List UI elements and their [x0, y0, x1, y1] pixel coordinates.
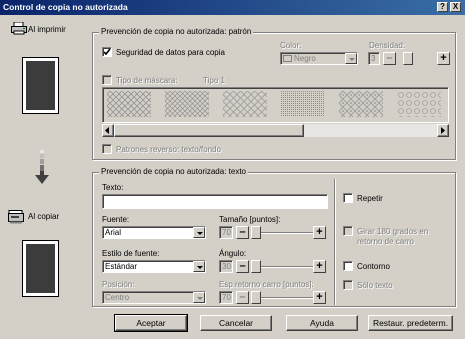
- pattern-swatch-5[interactable]: [339, 91, 383, 117]
- color-label: Color:: [280, 41, 302, 50]
- print-icon: [11, 21, 27, 38]
- vertical-divider: [334, 179, 336, 305]
- line-spacing-decrease-button[interactable]: –: [236, 291, 249, 304]
- font-select-value: Arial: [105, 228, 122, 237]
- pattern-swatch-3[interactable]: [223, 91, 267, 117]
- density-increase-button[interactable]: +: [437, 52, 450, 65]
- line-spacing-value: 70: [219, 291, 233, 304]
- angle-decrease-button[interactable]: –: [236, 260, 249, 273]
- scroll-left-button[interactable]: [102, 124, 114, 137]
- angle-label: Ángulo:: [219, 249, 247, 258]
- rotate180-label: Girar 180 grados en retorno de carro: [357, 227, 429, 246]
- copy-preview-document: [22, 240, 59, 297]
- close-title-button[interactable]: X: [450, 2, 461, 12]
- chevron-down-icon: [193, 261, 205, 272]
- color-select-value: Negro: [294, 54, 316, 63]
- outline-checkbox[interactable]: [343, 261, 353, 271]
- on-copy-label: Al copiar: [28, 212, 60, 221]
- text-group-legend: Prevención de copia no autorizada: texto: [99, 167, 248, 177]
- on-print-label: Al imprimir: [28, 25, 66, 34]
- size-decrease-button[interactable]: –: [236, 226, 249, 239]
- data-security-checkbox[interactable]: [102, 47, 112, 57]
- size-slider-thumb[interactable]: [251, 226, 261, 239]
- font-style-select-value: Estándar: [105, 262, 138, 271]
- angle-value: 30: [219, 260, 233, 273]
- rotate180-checkbox[interactable]: [343, 226, 353, 236]
- font-select[interactable]: Arial: [102, 226, 206, 239]
- pattern-swatch-1[interactable]: [107, 91, 151, 117]
- text-label: Texto:: [102, 183, 124, 192]
- copier-icon: [8, 210, 26, 227]
- line-spacing-increase-button[interactable]: +: [313, 291, 326, 304]
- accept-button[interactable]: Aceptar: [114, 314, 188, 332]
- mask-type-label: Tipo de máscara:: [116, 76, 178, 85]
- dialog-window: Control de copia no autorizada ? X Al im…: [0, 0, 465, 339]
- line-spacing-slider[interactable]: [251, 291, 313, 304]
- line-spacing-slider-thumb[interactable]: [251, 291, 261, 304]
- print-preview-document: [22, 57, 59, 114]
- density-value: 3: [368, 52, 380, 65]
- scroll-thumb[interactable]: [114, 124, 304, 137]
- position-select[interactable]: Centro: [102, 291, 206, 304]
- angle-increase-button[interactable]: +: [313, 260, 326, 273]
- chevron-down-icon: [345, 53, 357, 64]
- pattern-swatch-2[interactable]: [165, 91, 209, 117]
- help-title-button[interactable]: ?: [437, 2, 448, 12]
- density-slider-thumb[interactable]: [403, 52, 413, 65]
- chevron-down-icon: [193, 227, 205, 238]
- text-only-checkbox[interactable]: [343, 280, 353, 290]
- reverse-patterns-checkbox[interactable]: [102, 144, 112, 154]
- pattern-group-legend: Prevención de copia no autorizada: patró…: [99, 27, 254, 37]
- data-security-label: Seguridad de datos para copia: [116, 48, 225, 57]
- repeat-label: Repetir: [357, 194, 383, 203]
- text-group: Prevención de copia no autorizada: texto…: [92, 167, 456, 307]
- text-only-label: Sólo texto: [357, 281, 393, 290]
- size-increase-button[interactable]: +: [313, 226, 326, 239]
- chevron-down-icon: [193, 292, 205, 303]
- cancel-button[interactable]: Cancelar: [200, 315, 272, 331]
- text-input[interactable]: [102, 194, 328, 209]
- density-decrease-button[interactable]: –: [383, 52, 396, 65]
- size-label: Tamaño [puntos]:: [219, 215, 281, 224]
- color-swatch: [283, 55, 292, 62]
- pattern-scrollbar[interactable]: [102, 124, 449, 137]
- position-label: Posición:: [102, 280, 135, 289]
- position-select-value: Centro: [105, 293, 130, 302]
- mask-type-value: Tipo 1: [203, 76, 225, 85]
- density-label: Densidad:: [369, 41, 406, 50]
- arrow-down-icon: [34, 150, 50, 189]
- size-slider[interactable]: [251, 226, 313, 239]
- repeat-checkbox[interactable]: [343, 193, 353, 203]
- color-select[interactable]: Negro: [280, 52, 358, 65]
- help-button[interactable]: Ayuda: [286, 315, 358, 331]
- font-style-label: Estilo de fuente:: [102, 249, 160, 258]
- line-spacing-label: Esp.retorno carro [puntos]:: [219, 280, 314, 289]
- density-slider[interactable]: [399, 52, 429, 65]
- title-bar[interactable]: Control de copia no autorizada ? X: [0, 0, 465, 15]
- restore-defaults-button[interactable]: Restaur. predeterm.: [368, 315, 453, 331]
- font-style-select[interactable]: Estándar: [102, 260, 206, 273]
- pattern-swatch-4[interactable]: [281, 91, 325, 117]
- font-label: Fuente:: [102, 215, 130, 224]
- window-title: Control de copia no autorizada: [3, 2, 128, 12]
- scroll-right-button[interactable]: [437, 124, 449, 137]
- outline-label: Contorno: [357, 262, 390, 271]
- size-value: 70: [219, 226, 233, 239]
- mask-type-checkbox[interactable]: [102, 75, 112, 85]
- angle-slider-thumb[interactable]: [251, 260, 261, 273]
- mask-pattern-list[interactable]: [102, 87, 449, 123]
- reverse-patterns-label: Patrones reverso: texto/fondo: [116, 145, 221, 154]
- pattern-swatch-6[interactable]: [397, 91, 441, 117]
- angle-slider[interactable]: [251, 260, 313, 273]
- pattern-group: Prevención de copia no autorizada: patró…: [92, 27, 456, 160]
